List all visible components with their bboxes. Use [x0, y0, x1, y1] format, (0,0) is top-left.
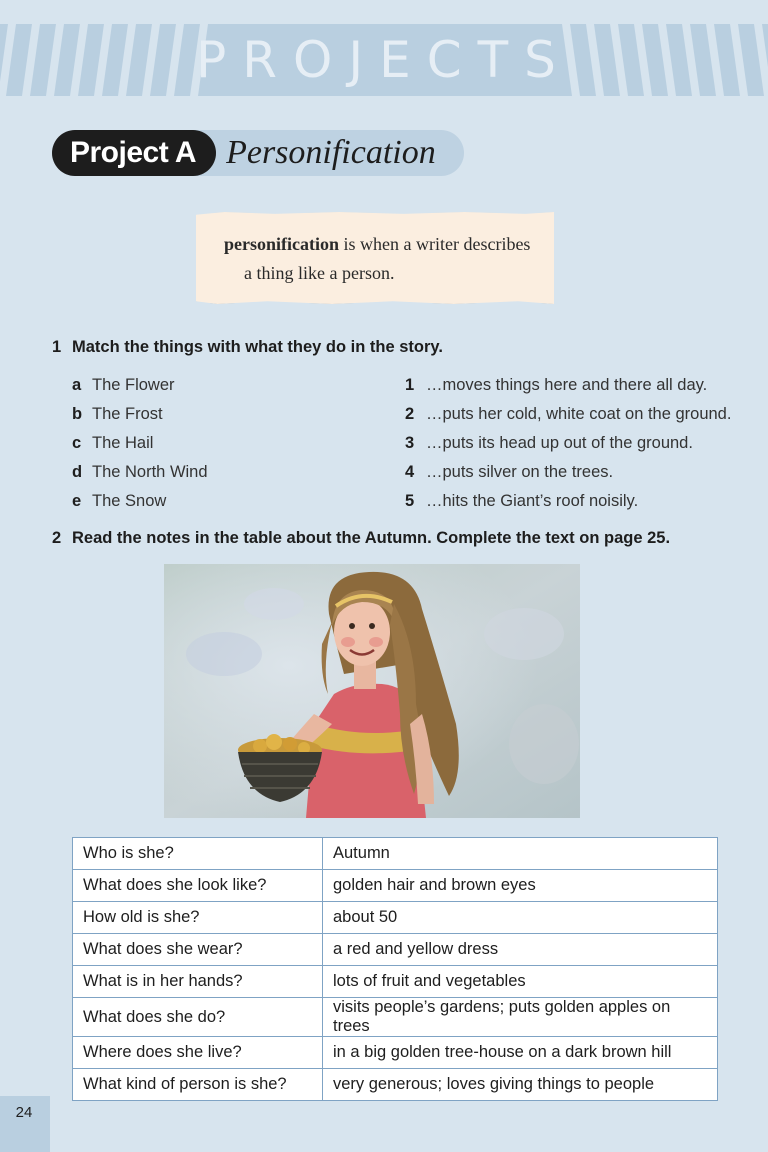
question-cell: What does she do? [72, 997, 323, 1037]
table-row: What kind of person is she? very generous… [72, 1068, 718, 1101]
definition-note: personification is when a writer describ… [196, 212, 554, 304]
question-cell: What is in her hands? [72, 965, 323, 998]
item-thing: The Frost [92, 405, 163, 423]
question-cell: What kind of person is she? [72, 1068, 323, 1101]
definition-text: is when a writer describes [339, 234, 531, 254]
question-cell: Who is she? [72, 837, 323, 870]
item-thing: The Flower [92, 376, 175, 394]
definition-line-2: a thing like a person. [244, 263, 395, 283]
exercise-1-instruction: 1 Match the things with what they do in t… [52, 338, 443, 357]
item-letter: a [72, 376, 82, 394]
item-number: 2 [405, 405, 415, 423]
item-number: 4 [405, 463, 415, 481]
answer-cell: Autumn [322, 837, 718, 870]
exercise-number: 1 [52, 338, 62, 356]
banner-stripes-left [0, 24, 208, 96]
item-number: 5 [405, 492, 415, 510]
instruction-text: Match the things with what they do in th… [72, 338, 443, 356]
item-action: …moves things here and there all day. [426, 376, 708, 394]
autumn-notes-table: Who is she? Autumn What does she look lik… [72, 837, 718, 1101]
item-thing: The North Wind [92, 463, 208, 481]
item-number: 1 [405, 376, 415, 394]
section-title: PROJECTS [196, 31, 572, 89]
matching-row: d The North Wind 4 …puts silver on the t… [72, 463, 752, 483]
autumn-illustration [164, 564, 580, 818]
table-row: What does she do? visits people’s gardens… [72, 997, 718, 1037]
table-row: Who is she? Autumn [72, 837, 718, 870]
matching-row: a The Flower 1 …moves things here and th… [72, 376, 752, 396]
item-letter: c [72, 434, 82, 452]
answer-cell: golden hair and brown eyes [322, 869, 718, 902]
table-row: What is in her hands? lots of fruit and v… [72, 965, 718, 998]
table-row: How old is she? about 50 [72, 901, 718, 934]
project-heading: Project A Personification [52, 130, 464, 176]
item-number: 3 [405, 434, 415, 452]
answer-cell: lots of fruit and vegetables [322, 965, 718, 998]
item-action: …puts her cold, white coat on the ground… [426, 405, 732, 423]
item-action: …puts its head up out of the ground. [426, 434, 693, 452]
item-thing: The Snow [92, 492, 167, 510]
page-number-tab: 24 [0, 1096, 50, 1152]
project-title: Personification [194, 130, 464, 176]
matching-row: c The Hail 3 …puts its head up out of th… [72, 434, 752, 454]
project-label: Project A [52, 130, 217, 176]
answer-cell: very generous; loves giving things to pe… [322, 1068, 718, 1101]
table-row: What does she look like? golden hair and … [72, 869, 718, 902]
matching-row: e The Snow 5 …hits the Giant’s roof nois… [72, 492, 752, 512]
answer-cell: in a big golden tree-house on a dark bro… [322, 1036, 718, 1069]
instruction-text: Read the notes in the table about the Au… [72, 529, 671, 547]
page-number: 24 [15, 1104, 33, 1121]
table-row: What does she wear? a red and yellow dres… [72, 933, 718, 966]
banner-stripes-right [562, 24, 768, 96]
matching-row: b The Frost 2 …puts her cold, white coat… [72, 405, 752, 425]
exercise-number: 2 [52, 529, 62, 547]
item-letter: e [72, 492, 82, 510]
question-cell: How old is she? [72, 901, 323, 934]
item-letter: b [72, 405, 83, 423]
item-thing: The Hail [92, 434, 154, 452]
answer-cell: visits people’s gardens; puts golden app… [322, 997, 718, 1037]
definition-term: personification [224, 234, 339, 254]
answer-cell: about 50 [322, 901, 718, 934]
item-action: …puts silver on the trees. [426, 463, 614, 481]
autumn-figure-image [164, 564, 580, 818]
definition-line-1: personification is when a writer describ… [224, 234, 530, 255]
question-cell: What does she wear? [72, 933, 323, 966]
projects-banner: PROJECTS [0, 24, 768, 96]
exercise-2-instruction: 2 Read the notes in the table about the A… [52, 529, 670, 548]
table-row: Where does she live? in a big golden tree… [72, 1036, 718, 1069]
item-action: …hits the Giant’s roof noisily. [426, 492, 639, 510]
question-cell: What does she look like? [72, 869, 323, 902]
answer-cell: a red and yellow dress [322, 933, 718, 966]
question-cell: Where does she live? [72, 1036, 323, 1069]
item-letter: d [72, 463, 83, 481]
